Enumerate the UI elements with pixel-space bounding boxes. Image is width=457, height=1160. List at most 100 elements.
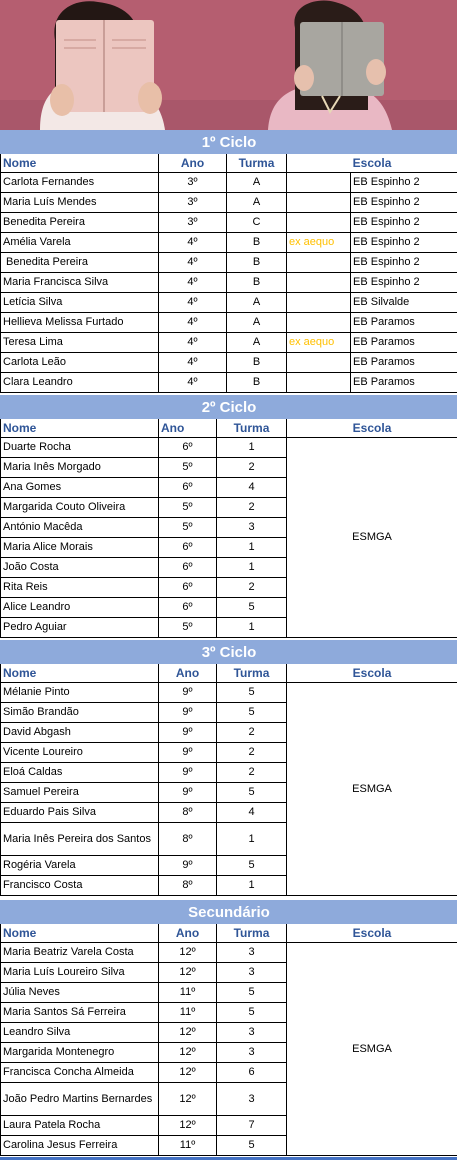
turma-cell: 5 (216, 1135, 287, 1156)
escola-header: Escola (285, 663, 457, 683)
turma-cell: A (226, 192, 287, 213)
turma-cell: 5 (216, 597, 287, 618)
ano-cell: 9º (158, 782, 217, 803)
nome-cell: Hellieva Melissa Furtado (0, 312, 159, 333)
note-cell (286, 352, 351, 373)
ciclo1-table: 1º Ciclo Nome Ano Turma Escola Carlota F… (0, 130, 457, 393)
turma-cell: 2 (216, 497, 287, 518)
turma-cell: 4 (216, 477, 287, 498)
ano-cell: 12º (158, 962, 217, 983)
note-cell: ex aequo (286, 332, 351, 353)
nome-cell: Maria Santos Sá Ferreira (0, 1002, 159, 1023)
nome-cell: Pedro Aguiar (0, 617, 159, 638)
nome-cell: Laura Patela Rocha (0, 1115, 159, 1136)
table-row: Benedita Pereira 4º B EB Espinho 2 (0, 252, 457, 273)
turma-cell: 2 (216, 722, 287, 743)
nome-cell: Júlia Neves (0, 982, 159, 1003)
ano-cell: 11º (158, 982, 217, 1003)
nome-cell: Maria Inês Pereira dos Santos (0, 822, 159, 856)
escola-header: Escola (285, 418, 457, 438)
turma-cell: A (226, 172, 287, 193)
nome-cell: Maria Francisca Silva (0, 272, 159, 293)
nome-cell: Eduardo Pais Silva (0, 802, 159, 823)
escola-cell: EB Espinho 2 (349, 232, 457, 253)
nome-cell: Samuel Pereira (0, 782, 159, 803)
ano-cell: 6º (158, 537, 217, 558)
ano-cell: 9º (158, 742, 217, 763)
nome-header: Nome (0, 923, 159, 943)
nome-cell: Margarida Couto Oliveira (0, 497, 159, 518)
turma-cell: 1 (216, 822, 287, 856)
ano-cell: 9º (158, 702, 217, 723)
turma-cell: A (226, 332, 287, 353)
nome-cell: David Abgash (0, 722, 159, 743)
turma-header: Turma (216, 663, 287, 683)
nome-cell: Rogéria Varela (0, 855, 159, 876)
nome-cell: Eloá Caldas (0, 762, 159, 783)
ano-cell: 3º (158, 172, 227, 193)
turma-cell: 3 (216, 1042, 287, 1063)
ciclo2-title: 2º Ciclo (0, 395, 457, 419)
nome-cell: Ana Gomes (0, 477, 159, 498)
table-row: Clara Leandro 4º B EB Paramos (0, 372, 457, 393)
note-cell (286, 192, 351, 213)
turma-cell: B (226, 232, 287, 253)
note-cell (286, 212, 351, 233)
ano-cell: 5º (158, 617, 217, 638)
nome-cell: Clara Leandro (0, 372, 159, 393)
turma-cell: 5 (216, 782, 287, 803)
ano-cell: 4º (158, 332, 227, 353)
turma-cell: 3 (216, 1082, 287, 1116)
escola-cell: EB Espinho 2 (349, 252, 457, 273)
ciclo3-table: 3º Ciclo Nome Ano Turma Escola Mélanie P… (0, 640, 457, 896)
nome-cell: Francisca Concha Almeida (0, 1062, 159, 1083)
ano-cell: 11º (158, 1135, 217, 1156)
turma-cell: 2 (216, 742, 287, 763)
nome-cell: Margarida Montenegro (0, 1042, 159, 1063)
ano-cell: 4º (158, 372, 227, 393)
table-row: Duarte Rocha 6º 1 ESMGA (0, 437, 457, 638)
turma-cell: 5 (216, 1002, 287, 1023)
ano-cell: 6º (158, 477, 217, 498)
note-cell: ex aequo (286, 232, 351, 253)
note-cell (286, 252, 351, 273)
escola-cell: EB Silvalde (349, 292, 457, 313)
escola-header: Escola (285, 153, 457, 173)
nome-cell: João Pedro Martins Bernardes (0, 1082, 159, 1116)
ano-cell: 4º (158, 352, 227, 373)
nome-header: Nome (0, 663, 159, 683)
ano-cell: 9º (158, 682, 217, 703)
turma-cell: 6 (216, 1062, 287, 1083)
turma-cell: 7 (216, 1115, 287, 1136)
ano-cell: 4º (158, 272, 227, 293)
nome-cell: Carlota Leão (0, 352, 159, 373)
note-cell (286, 312, 351, 333)
table-row: Carlota Fernandes 3º A EB Espinho 2 (0, 172, 457, 193)
turma-cell: 3 (216, 517, 287, 538)
nome-cell: Rita Reis (0, 577, 159, 598)
secundario-table: Secundário Nome Ano Turma Escola Maria B… (0, 900, 457, 1156)
note-cell (286, 172, 351, 193)
turma-cell: B (226, 372, 287, 393)
table-row: Teresa Lima 4º Aex aequo EB Paramos (0, 332, 457, 353)
escola-cell: EB Paramos (349, 352, 457, 373)
turma-cell: A (226, 292, 287, 313)
ciclo2-table: 2º Ciclo Nome Ano Turma Escola Duarte Ro… (0, 395, 457, 638)
escola-cell: ESMGA (285, 682, 457, 896)
nome-cell: Maria Beatriz Varela Costa (0, 942, 159, 963)
escola-cell: EB Espinho 2 (349, 272, 457, 293)
nome-cell: Leandro Silva (0, 1022, 159, 1043)
turma-cell: 2 (216, 762, 287, 783)
ano-cell: 5º (158, 517, 217, 538)
nome-cell: Maria Luís Loureiro Silva (0, 962, 159, 983)
turma-cell: 2 (216, 457, 287, 478)
note-cell (286, 372, 351, 393)
ano-cell: 6º (158, 597, 217, 618)
turma-cell: 3 (216, 942, 287, 963)
nome-cell: Carolina Jesus Ferreira (0, 1135, 159, 1156)
ano-cell: 4º (158, 312, 227, 333)
turma-header: Turma (216, 418, 287, 438)
ano-cell: 9º (158, 855, 217, 876)
ano-header: Ano (158, 923, 217, 943)
ano-cell: 8º (158, 802, 217, 823)
